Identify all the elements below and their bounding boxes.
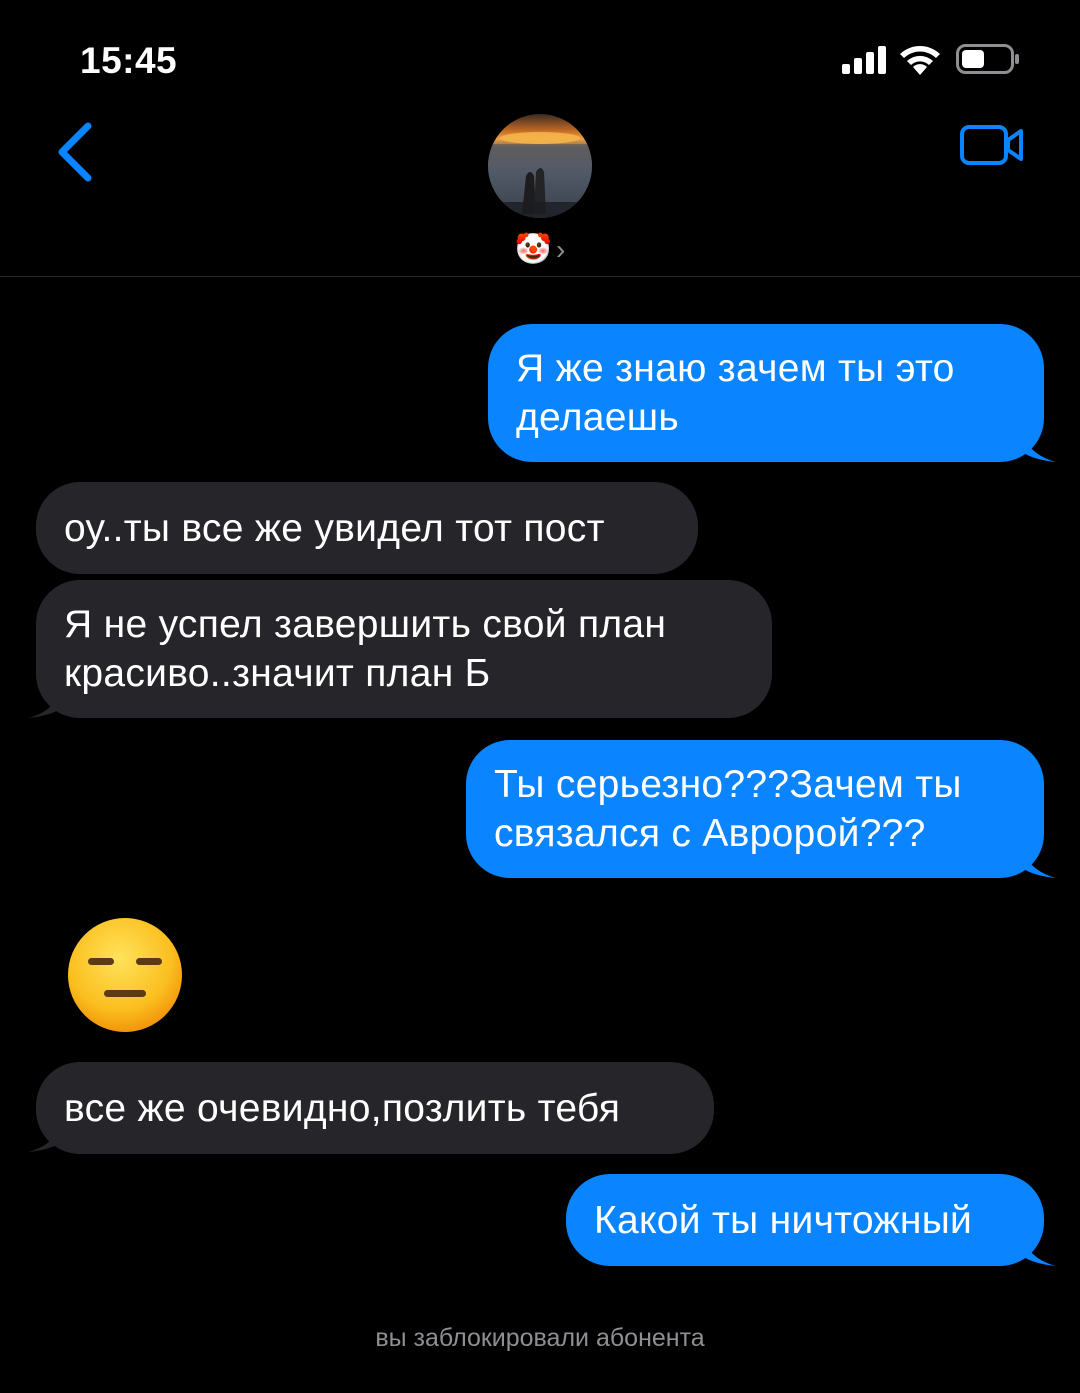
video-camera-icon[interactable]	[960, 124, 1024, 166]
header-divider	[0, 276, 1080, 277]
bubble-tail	[1022, 1232, 1056, 1266]
bubble-tail	[1022, 844, 1056, 878]
message-bubble-incoming[interactable]: оу..ты все же увидел тот пост	[36, 482, 698, 574]
message-text: Я не успел завершить свой план красиво..…	[64, 603, 667, 695]
messages-screen: 15:45 🤡 › Я же знаю зачем ты это делаешь…	[0, 0, 1080, 1393]
chevron-right-icon: ›	[556, 234, 566, 265]
contact-name-text: 🤡	[514, 233, 553, 266]
status-time: 15:45	[80, 40, 178, 81]
bubble-tail	[28, 684, 62, 718]
message-text: оу..ты все же увидел тот пост	[64, 506, 605, 550]
contact-name[interactable]: 🤡 ›	[0, 232, 1080, 268]
status-icons	[840, 40, 1020, 80]
expressionless-face-emoji[interactable]	[66, 916, 184, 1034]
chevron-left-icon[interactable]	[52, 120, 96, 184]
message-bubble-incoming[interactable]: Я не успел завершить свой план красиво..…	[36, 580, 772, 718]
message-bubble-outgoing[interactable]: Ты серьезно???Зачем ты связался с Авроро…	[466, 740, 1044, 878]
message-text: все же очевидно,позлить тебя	[64, 1086, 621, 1130]
bubble-tail	[28, 1118, 62, 1152]
avatar-photo	[488, 132, 592, 218]
message-bubble-incoming[interactable]: все же очевидно,позлить тебя	[36, 1062, 714, 1154]
signal-icon	[842, 46, 886, 74]
avatar[interactable]	[488, 114, 592, 218]
blocked-contact-note: вы заблокировали абонента	[375, 1324, 705, 1352]
message-bubble-outgoing[interactable]: Я же знаю зачем ты это делаешь	[488, 324, 1044, 462]
battery-icon	[956, 44, 1019, 74]
wifi-icon	[900, 46, 940, 75]
message-text: Какой ты ничтожный	[594, 1198, 973, 1242]
message-text: Ты серьезно???Зачем ты связался с Авроро…	[494, 763, 962, 855]
message-bubble-outgoing[interactable]: Какой ты ничтожный	[566, 1174, 1044, 1266]
message-text: Я же знаю зачем ты это делаешь	[516, 347, 955, 439]
bubble-tail	[1022, 428, 1056, 462]
